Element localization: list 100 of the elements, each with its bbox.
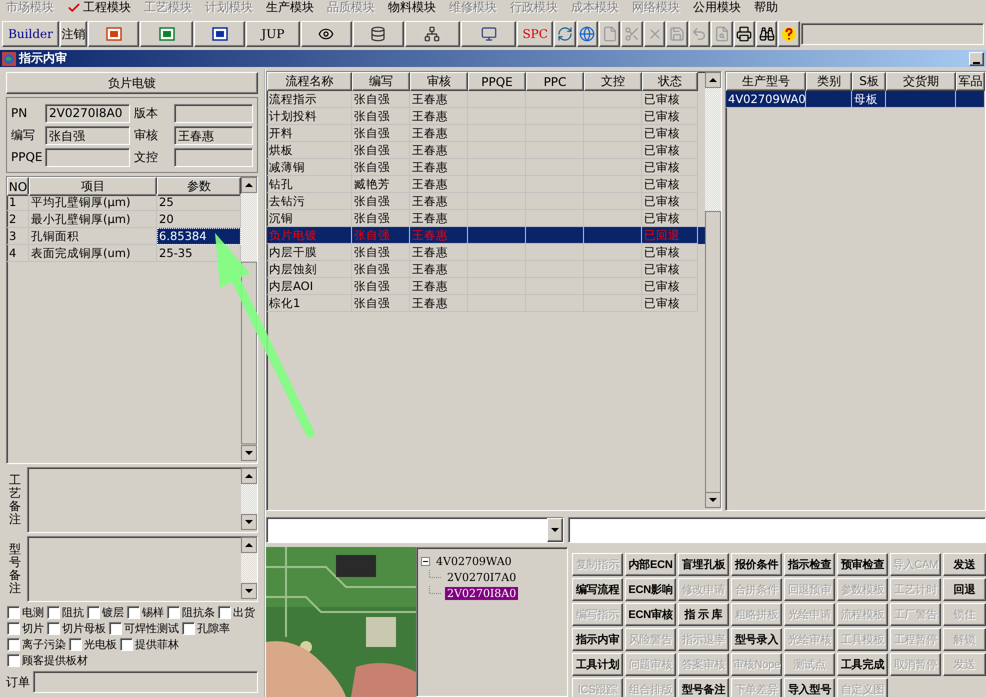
- table-row[interactable]: 负片电镀 张自强 王春惠 已回退: [267, 227, 705, 244]
- toolbar-button[interactable]: [576, 21, 598, 47]
- table-row[interactable]: 计划投料 张自强 王春惠 已审核: [267, 108, 705, 125]
- toolbar-button[interactable]: [621, 21, 643, 47]
- toolbar-field[interactable]: [800, 23, 984, 45]
- input-field[interactable]: 王春惠: [174, 126, 253, 144]
- checkbox-option[interactable]: 切片: [7, 621, 44, 636]
- caret-icon[interactable]: [551, 528, 559, 532]
- collapse-icon[interactable]: [421, 556, 430, 566]
- column-header[interactable]: 编写: [352, 72, 410, 91]
- action-button[interactable]: 盲埋孔板: [678, 553, 729, 576]
- toolbar-button[interactable]: [688, 21, 710, 47]
- column-header[interactable]: 文控: [584, 72, 642, 91]
- action-button[interactable]: 回退: [943, 578, 986, 601]
- column-header[interactable]: 类别: [806, 72, 852, 91]
- checkbox-option[interactable]: 切片母板: [47, 621, 106, 636]
- action-button[interactable]: ECN审核: [625, 603, 676, 626]
- action-button[interactable]: 型号备注: [678, 678, 729, 697]
- toolbar-button[interactable]: [644, 21, 666, 47]
- checkbox-option[interactable]: 可焊性测试: [109, 621, 179, 636]
- toolbar-button[interactable]: [734, 21, 756, 47]
- menu-item[interactable]: 公用模块: [693, 0, 741, 16]
- toolbar-button[interactable]: [711, 21, 733, 47]
- table-row[interactable]: 流程指示 张自强 王春惠 已审核: [267, 91, 705, 108]
- action-button[interactable]: 发送: [943, 553, 986, 576]
- table-row[interactable]: 内层干膜 张自强 王春惠 已审核: [267, 244, 705, 261]
- table-row[interactable]: 减薄铜 张自强 王春惠 已审核: [267, 159, 705, 176]
- column-header[interactable]: PPC: [526, 72, 584, 91]
- dropdown-field[interactable]: [266, 517, 564, 543]
- input-field[interactable]: [568, 517, 986, 543]
- toolbar-button[interactable]: [554, 21, 576, 47]
- action-button[interactable]: 预审检查: [837, 553, 888, 576]
- column-header[interactable]: NO: [7, 177, 29, 196]
- input-field[interactable]: [33, 671, 258, 693]
- column-header[interactable]: 审核: [410, 72, 468, 91]
- scrollbar[interactable]: [241, 468, 257, 530]
- table-row[interactable]: 烘板 张自强 王春惠 已审核: [267, 142, 705, 159]
- column-header[interactable]: 流程名称: [267, 72, 352, 91]
- input-field[interactable]: [174, 148, 253, 166]
- column-header[interactable]: 项目: [29, 177, 157, 196]
- table-row[interactable]: 去钻污 张自强 王春惠 已审核: [267, 193, 705, 210]
- toolbar-button[interactable]: Builder: [2, 21, 59, 47]
- input-field[interactable]: [45, 148, 130, 166]
- scrollbar[interactable]: [241, 537, 257, 599]
- column-header[interactable]: S板: [852, 72, 886, 91]
- input-field[interactable]: 2V0270I8A0: [45, 104, 130, 122]
- checkbox-option[interactable]: 镀层: [87, 605, 124, 620]
- menu-item[interactable]: 物料模块: [388, 0, 436, 16]
- tree-item[interactable]: 4V02709WA0: [434, 554, 514, 568]
- minimize-button[interactable]: [969, 52, 984, 66]
- menu-item[interactable]: 生产模块: [266, 0, 314, 16]
- column-header[interactable]: 状态: [642, 72, 698, 91]
- table-row[interactable]: 内层AOI 张自强 王春惠 已审核: [267, 278, 705, 295]
- tree-item[interactable]: 2V0270I7A0: [445, 570, 518, 584]
- action-button[interactable]: 编写流程: [572, 578, 623, 601]
- input-field[interactable]: 张自强: [45, 126, 130, 144]
- checkbox-option[interactable]: 锡样: [127, 605, 164, 620]
- checkbox-option[interactable]: 提供菲林: [120, 637, 179, 652]
- scrollbar[interactable]: [705, 72, 721, 508]
- action-button[interactable]: 工具计划: [572, 653, 623, 676]
- toolbar-button[interactable]: [194, 21, 246, 47]
- input-field[interactable]: [174, 104, 253, 122]
- menu-item[interactable]: 工程模块: [67, 0, 131, 16]
- action-button[interactable]: 导入型号: [784, 678, 835, 697]
- table-cell[interactable]: 6.85384: [157, 228, 241, 245]
- toolbar-button[interactable]: [404, 21, 460, 47]
- table-row[interactable]: 棕化1 张自强 王春惠 已审核: [267, 295, 705, 312]
- toolbar-button[interactable]: [461, 21, 516, 47]
- action-button[interactable]: 工具完成: [837, 653, 888, 676]
- checkbox-option[interactable]: 孔隙率: [182, 621, 230, 636]
- column-header[interactable]: 军品: [956, 72, 985, 91]
- action-button[interactable]: 内部ECN: [625, 553, 676, 576]
- toolbar-button[interactable]: [778, 21, 800, 47]
- column-header[interactable]: PPQE: [468, 72, 526, 91]
- action-button[interactable]: 指 示 库: [678, 603, 729, 626]
- tree-item[interactable]: 2V0270I8A0: [445, 586, 518, 600]
- action-button[interactable]: 指示内审: [572, 628, 623, 651]
- checkbox-option[interactable]: 电测: [7, 605, 44, 620]
- menu-item[interactable]: 帮助: [754, 0, 778, 16]
- toolbar-button[interactable]: [598, 21, 620, 47]
- checkbox-option[interactable]: 离子污染: [7, 637, 66, 652]
- checkbox-option[interactable]: 光电板: [69, 637, 117, 652]
- table-row[interactable]: 开料 张自强 王春惠 已审核: [267, 125, 705, 142]
- toolbar-button[interactable]: [300, 21, 352, 47]
- checkbox-option[interactable]: 阻抗: [47, 605, 84, 620]
- column-header[interactable]: 生产型号: [726, 72, 806, 91]
- checkbox-option[interactable]: 阻抗条: [167, 605, 215, 620]
- action-button[interactable]: 型号录入: [731, 628, 782, 651]
- column-header[interactable]: 参数: [157, 177, 241, 196]
- table-row[interactable]: 钻孔 臧艳芳 王春惠 已审核: [267, 176, 705, 193]
- toolbar-button[interactable]: JUP: [246, 21, 300, 47]
- table-row[interactable]: 4V02709WA0 母板: [726, 91, 985, 108]
- action-button[interactable]: ECN影响: [625, 578, 676, 601]
- toolbar-button[interactable]: 注销: [60, 21, 88, 47]
- toolbar-button[interactable]: [352, 21, 404, 47]
- action-button[interactable]: 报价条件: [731, 553, 782, 576]
- table-row[interactable]: 内层蚀刻 张自强 王春惠 已审核: [267, 261, 705, 278]
- toolbar-button[interactable]: [666, 21, 688, 47]
- toolbar-button[interactable]: [756, 21, 778, 47]
- column-header[interactable]: 交货期: [886, 72, 956, 91]
